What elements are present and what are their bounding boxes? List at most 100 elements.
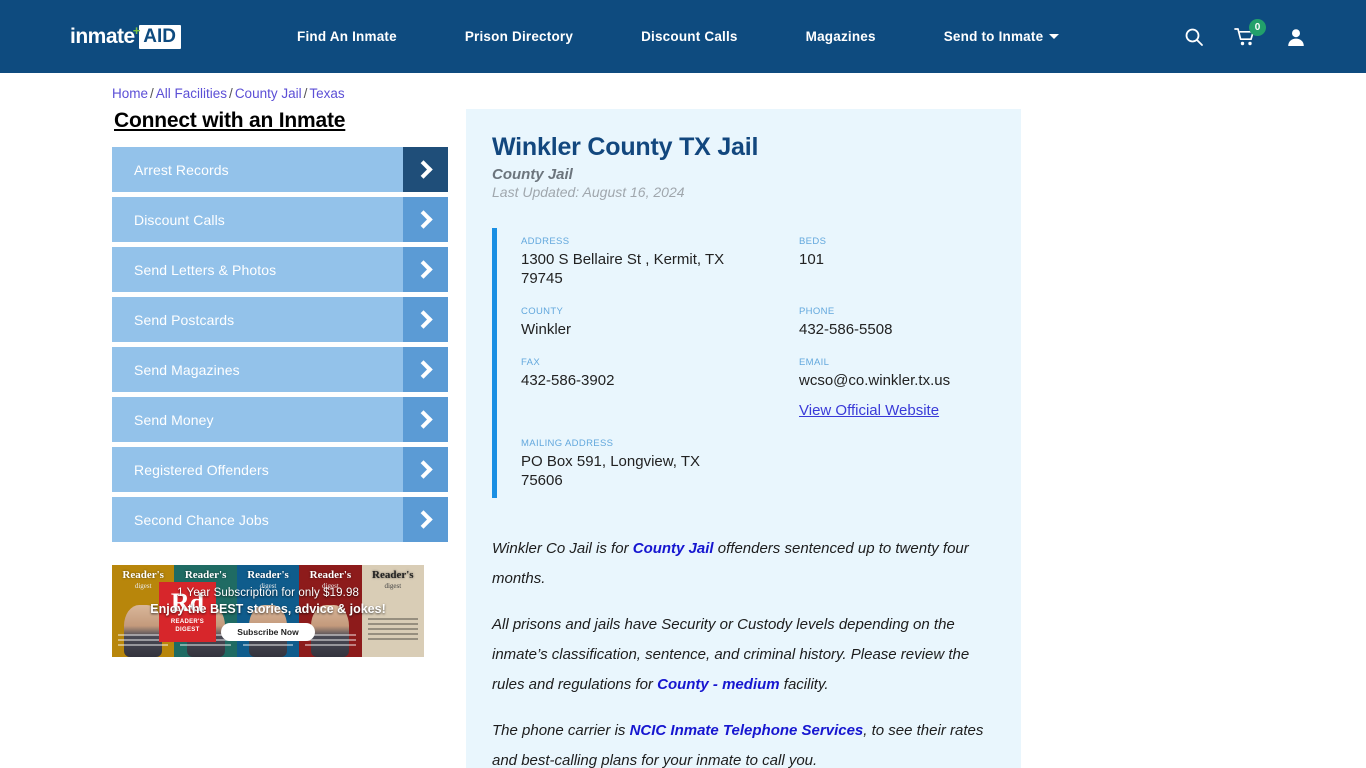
field-value: wcso@co.winkler.tx.us — [799, 372, 951, 389]
p3-text-a: The phone carrier is — [492, 722, 630, 739]
sidebar-title: Connect with an Inmate — [114, 109, 346, 132]
logo-text-inmate: inmate — [70, 24, 135, 48]
field-label: ADDRESS — [521, 236, 570, 247]
breadcrumb-separator: / — [150, 86, 154, 101]
sidebar-item-label: Discount Calls — [134, 211, 225, 228]
main-navigation: Find An Inmate Prison Directory Discount… — [263, 29, 1093, 44]
sidebar-item-send-letters-photos[interactable]: Send Letters & Photos — [112, 247, 448, 292]
field-label: MAILING ADDRESS — [521, 438, 614, 449]
sidebar-item-label: Registered Offenders — [134, 461, 269, 478]
field-beds: BEDS 101 — [799, 236, 991, 288]
sidebar-item-send-postcards[interactable]: Send Postcards — [112, 297, 448, 342]
cart-count-badge: 0 — [1249, 18, 1266, 36]
field-mailing-address: MAILING ADDRESS PO Box 591, Longview, TX… — [521, 438, 799, 490]
breadcrumb-separator: / — [303, 86, 308, 101]
ad-cover-subtitle: digest — [384, 582, 402, 590]
breadcrumb: Home / All Facilities / County Jail / Texas — [112, 86, 1366, 101]
ad-magazine-cover: Reader's digest — [236, 565, 300, 657]
sidebar-item-second-chance-jobs[interactable]: Second Chance Jobs — [112, 497, 448, 542]
ad-cover-title: Reader's — [184, 569, 227, 581]
sidebar-item-send-money[interactable]: Send Money — [112, 397, 448, 442]
field-value: 101 — [799, 251, 825, 268]
ad-logo-wordmark: READER'S DIGEST — [170, 619, 205, 633]
sidebar-item-send-magazines[interactable]: Send Magazines — [112, 347, 448, 392]
ad-subscribe-button[interactable]: Subscribe Now — [221, 623, 315, 641]
page-title: Winkler County TX Jail — [492, 133, 759, 161]
breadcrumb-item-texas[interactable]: Texas — [309, 86, 344, 101]
logo-text-aid: AID — [139, 24, 182, 49]
nav-item-send-to-inmate-label: Send to Inmate — [943, 29, 1044, 44]
field-county: COUNTY Winkler — [521, 306, 799, 339]
breadcrumb-item-all-facilities[interactable]: All Facilities — [156, 86, 227, 101]
breadcrumb-item-home[interactable]: Home — [112, 86, 148, 101]
field-fax: FAX 432-586-3902 — [521, 357, 799, 420]
chevron-right-icon — [403, 447, 448, 492]
sidebar-item-label: Send Letters & Photos — [134, 261, 277, 278]
chevron-right-icon — [403, 497, 448, 542]
field-value: 432-586-3902 — [521, 372, 615, 389]
field-label: PHONE — [799, 306, 835, 317]
facility-info-grid: ADDRESS 1300 S Bellaire St , Kermit, TX … — [492, 228, 991, 498]
breadcrumb-separator: / — [229, 86, 233, 101]
ad-cover-title: Reader's — [372, 569, 414, 581]
site-logo[interactable]: inmate + AID — [70, 22, 182, 52]
field-phone: PHONE 432-586-5508 — [799, 306, 991, 339]
ad-magazine-cover: Reader's digest — [361, 565, 424, 657]
advertisement-banner[interactable]: Reader's digest Reader's digest Reader's… — [112, 565, 424, 657]
ad-cover-title: Reader's — [247, 569, 289, 581]
sidebar-item-arrest-records[interactable]: Arrest Records — [112, 147, 448, 192]
p2-text-b: facility. — [779, 676, 829, 693]
nav-item-send-to-inmate[interactable]: Send to Inmate — [910, 29, 1094, 44]
chevron-down-icon — [1049, 34, 1060, 39]
field-value: PO Box 591, Longview, TX 75606 — [521, 453, 700, 489]
facility-type: County Jail — [492, 166, 573, 183]
field-value: Winkler — [521, 321, 572, 338]
chevron-right-icon — [403, 147, 448, 192]
chevron-right-icon — [403, 247, 448, 292]
field-label: FAX — [521, 357, 541, 368]
sidebar-item-registered-offenders[interactable]: Registered Offenders — [112, 447, 448, 492]
ad-cover-title: Reader's — [309, 569, 352, 581]
site-header: inmate + AID Find An Inmate Prison Direc… — [0, 0, 1366, 73]
ad-logo-mark: Rd — [170, 588, 205, 617]
view-official-website-link[interactable]: View Official Website — [799, 402, 939, 419]
sidebar-item-discount-calls[interactable]: Discount Calls — [112, 197, 448, 242]
cart-icon[interactable]: 0 — [1234, 18, 1266, 47]
field-spacer — [799, 438, 991, 490]
header-icon-group: 0 — [1184, 18, 1306, 47]
page-body: Connect with an Inmate Arrest Records Di… — [0, 109, 1366, 768]
field-value: 432-586-5508 — [799, 321, 893, 338]
ad-readers-digest-logo: Rd READER'S DIGEST — [159, 582, 216, 642]
user-icon[interactable] — [1286, 27, 1306, 47]
last-updated-text: Last Updated: August 16, 2024 — [492, 184, 685, 200]
field-value: 1300 S Bellaire St , Kermit, TX 79745 — [521, 251, 725, 287]
field-label: EMAIL — [799, 357, 830, 368]
paragraph-3: The phone carrier is NCIC Inmate Telepho… — [492, 716, 991, 768]
link-county-medium[interactable]: County - medium — [657, 676, 780, 693]
search-icon[interactable] — [1184, 27, 1204, 47]
field-label: COUNTY — [521, 306, 564, 317]
sidebar-item-label: Arrest Records — [134, 161, 229, 178]
ad-cover-title: Reader's — [122, 569, 164, 581]
nav-item-find-an-inmate[interactable]: Find An Inmate — [263, 29, 431, 44]
sidebar: Connect with an Inmate Arrest Records Di… — [112, 109, 448, 657]
ad-magazine-cover: Reader's digest — [299, 565, 362, 657]
nav-item-magazines[interactable]: Magazines — [772, 29, 910, 44]
breadcrumb-item-county-jail[interactable]: County Jail — [235, 86, 302, 101]
nav-item-discount-calls[interactable]: Discount Calls — [607, 29, 772, 44]
ad-cover-subtitle: digest — [322, 582, 339, 590]
field-label: BEDS — [799, 236, 827, 247]
ad-cover-subtitle: digest — [259, 582, 277, 590]
link-county-jail[interactable]: County Jail — [633, 540, 714, 557]
p1-text-a: Winkler Co Jail is for — [492, 540, 633, 557]
sidebar-item-label: Send Postcards — [134, 311, 235, 328]
sidebar-item-label: Send Money — [134, 411, 214, 428]
sidebar-item-label: Second Chance Jobs — [134, 511, 269, 528]
logo-plus-icon: + — [132, 23, 141, 38]
chevron-right-icon — [403, 347, 448, 392]
facility-description: Winkler Co Jail is for County Jail offen… — [492, 534, 991, 768]
field-email: EMAIL wcso@co.winkler.tx.us View Officia… — [799, 357, 991, 420]
nav-item-prison-directory[interactable]: Prison Directory — [431, 29, 607, 44]
paragraph-2: All prisons and jails have Security or C… — [492, 610, 991, 700]
link-ncic-inmate-telephone-services[interactable]: NCIC Inmate Telephone Services — [630, 722, 864, 739]
